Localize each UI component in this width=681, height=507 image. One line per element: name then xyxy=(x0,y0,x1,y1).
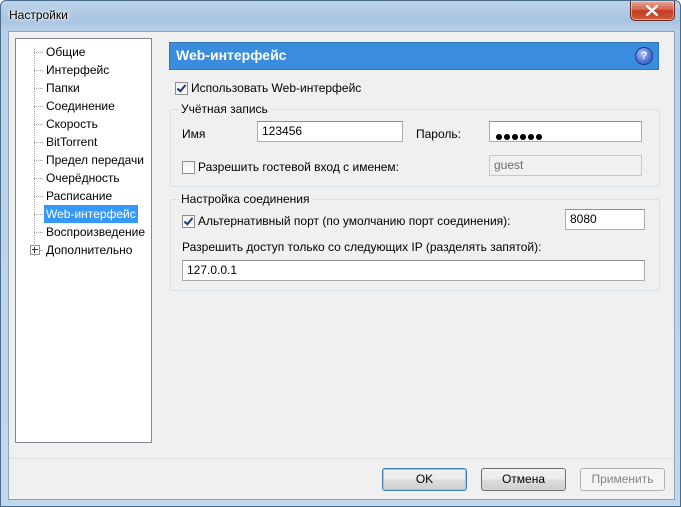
help-icon[interactable]: ? xyxy=(635,47,653,65)
tree-item-label: Папки xyxy=(46,81,80,95)
tree-guide-line xyxy=(34,49,35,256)
account-group-label: Учётная запись xyxy=(178,102,271,116)
apply-button[interactable]: Применить xyxy=(580,468,665,491)
tree-item-label: Интерфейс xyxy=(46,63,110,77)
dialog-footer: OK Отмена Применить xyxy=(9,458,674,499)
tree-item-label: Общие xyxy=(46,45,86,59)
window-title: Настройки xyxy=(9,8,68,22)
settings-tree[interactable]: Общие Интерфейс Папки Соединение Скорост… xyxy=(15,38,152,443)
password-input[interactable] xyxy=(489,121,642,142)
tree-item-label: Web-интерфейс xyxy=(44,205,138,223)
tree-item-label: Скорость xyxy=(46,117,98,131)
username-label: Имя xyxy=(182,127,206,141)
guest-login-label[interactable]: Разрешить гостевой вход с именем: xyxy=(198,160,399,174)
settings-window: Настройки Общие Интерфейс Папки Соединен… xyxy=(0,0,681,507)
username-input[interactable]: 123456 xyxy=(257,121,403,142)
tree-item-label: Расписание xyxy=(46,189,113,203)
tree-item-label: Воспроизведение xyxy=(46,225,146,239)
restrict-ip-input[interactable]: 127.0.0.1 xyxy=(182,260,645,281)
close-button[interactable] xyxy=(630,1,675,21)
section-title: Web-интерфейс xyxy=(176,47,287,63)
enable-web-ui-label[interactable]: Использовать Web-интерфейс xyxy=(191,81,361,95)
cancel-button[interactable]: Отмена xyxy=(481,468,566,491)
expand-plus-icon[interactable] xyxy=(30,245,40,255)
restrict-ip-label: Разрешить доступ только со следующих IP … xyxy=(182,240,542,254)
tree-item-label: Соединение xyxy=(46,99,115,113)
tree-item-label: Дополнительно xyxy=(46,243,133,257)
tree-item-label: Очерёдность xyxy=(46,171,120,185)
tree-item-label: Предел передачи xyxy=(46,153,144,167)
alt-port-input[interactable]: 8080 xyxy=(565,209,645,230)
tree-item-label: BitTorrent xyxy=(46,135,98,149)
dialog-client-area: Общие Интерфейс Папки Соединение Скорост… xyxy=(8,31,675,500)
connection-group-label: Настройка соединения xyxy=(178,192,313,206)
alt-port-label[interactable]: Альтернативный порт (по умолчанию порт с… xyxy=(198,214,511,228)
close-icon xyxy=(646,5,658,16)
alt-port-checkbox[interactable] xyxy=(182,215,195,228)
password-label: Пароль: xyxy=(416,127,461,141)
title-bar[interactable]: Настройки xyxy=(1,1,680,31)
guest-login-checkbox[interactable] xyxy=(182,161,195,174)
password-mask xyxy=(496,127,544,140)
enable-web-ui-checkbox[interactable] xyxy=(175,82,188,95)
guest-name-input[interactable]: guest xyxy=(489,155,642,176)
section-header: Web-интерфейс ? xyxy=(169,42,659,70)
ok-button[interactable]: OK xyxy=(382,468,467,491)
